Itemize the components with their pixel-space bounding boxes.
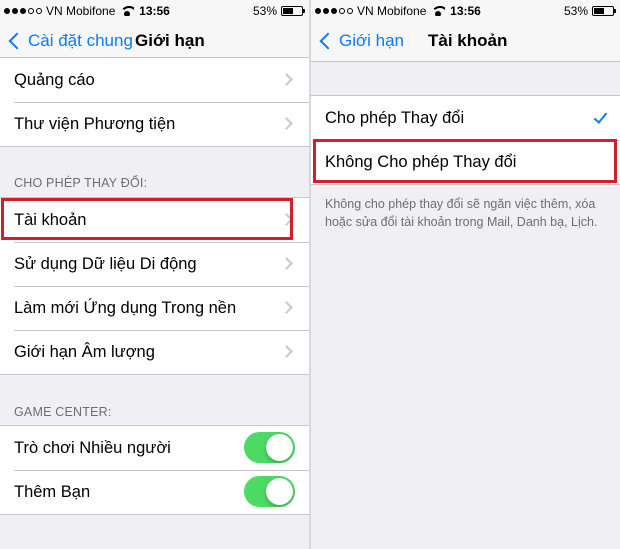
accounts-screen: VN Mobifone 13:56 53% Giới hạn Tài khoản… (311, 0, 620, 549)
chevron-left-icon (8, 32, 26, 50)
back-label: Giới hạn (339, 31, 405, 50)
highlight-box (313, 139, 617, 183)
row-label: Làm mới Ứng dụng Trong nền (14, 298, 237, 317)
battery-icon (281, 6, 305, 16)
navigation-bar: Cài đặt chung Giới hạn (0, 20, 309, 62)
page-title: Giới hạn (135, 31, 205, 50)
row-label: Giới hạn Âm lượng (14, 342, 155, 361)
battery-percent: 53% (563, 4, 588, 18)
list-group-game-center: Trò chơi Nhiều người Thêm Bạn (0, 425, 309, 515)
row-background-refresh[interactable]: Làm mới Ứng dụng Trong nền (0, 286, 309, 330)
row-label: Quảng cáo (14, 70, 95, 89)
chevron-right-icon (280, 117, 293, 130)
list-group-top: Quảng cáo Thư viện Phương tiện (0, 57, 309, 147)
add-friends-toggle[interactable] (244, 476, 295, 507)
highlight-box (1, 198, 293, 240)
row-label: Trò chơi Nhiều người (14, 438, 171, 457)
page-title: Tài khoản (428, 31, 508, 50)
option-label: Cho phép Thay đổi (325, 108, 465, 127)
chevron-right-icon (280, 73, 293, 86)
option-allow-changes[interactable]: Cho phép Thay đổi (311, 96, 620, 140)
restrictions-screen: VN Mobifone 13:56 53% Cài đặt chung Giới… (0, 0, 309, 549)
battery-percent: 53% (252, 4, 277, 18)
back-button[interactable]: Giới hạn (317, 20, 404, 62)
row-volume-limit[interactable]: Giới hạn Âm lượng (0, 330, 309, 374)
back-label: Cài đặt chung (28, 31, 133, 50)
row-ads[interactable]: Quảng cáo (0, 58, 309, 102)
navigation-bar: Giới hạn Tài khoản (311, 20, 620, 62)
status-bar: VN Mobifone 13:56 53% (311, 0, 620, 20)
row-multiplayer: Trò chơi Nhiều người (0, 426, 309, 470)
row-label: Thêm Bạn (14, 482, 91, 501)
chevron-right-icon (280, 257, 293, 270)
row-cellular-data[interactable]: Sử dụng Dữ liệu Di động (0, 242, 309, 286)
section-header-game-center: GAME CENTER: (14, 405, 112, 419)
chevron-right-icon (280, 301, 293, 314)
row-media-library[interactable]: Thư viện Phương tiện (0, 102, 309, 146)
row-label: Sử dụng Dữ liệu Di động (14, 254, 197, 273)
row-add-friends: Thêm Bạn (0, 470, 309, 514)
status-bar: VN Mobifone 13:56 53% (0, 0, 309, 20)
multiplayer-toggle[interactable] (244, 432, 295, 463)
chevron-right-icon (280, 345, 293, 358)
back-button[interactable]: Cài đặt chung (6, 20, 133, 62)
checkmark-icon (593, 109, 608, 124)
chevron-left-icon (319, 32, 337, 50)
battery-icon (592, 6, 616, 16)
row-label: Thư viện Phương tiện (14, 114, 176, 133)
section-header-allow-changes: CHO PHÉP THAY ĐỔI: (14, 176, 148, 190)
footer-description: Không cho phép thay đổi sẽ ngăn việc thê… (325, 197, 598, 229)
